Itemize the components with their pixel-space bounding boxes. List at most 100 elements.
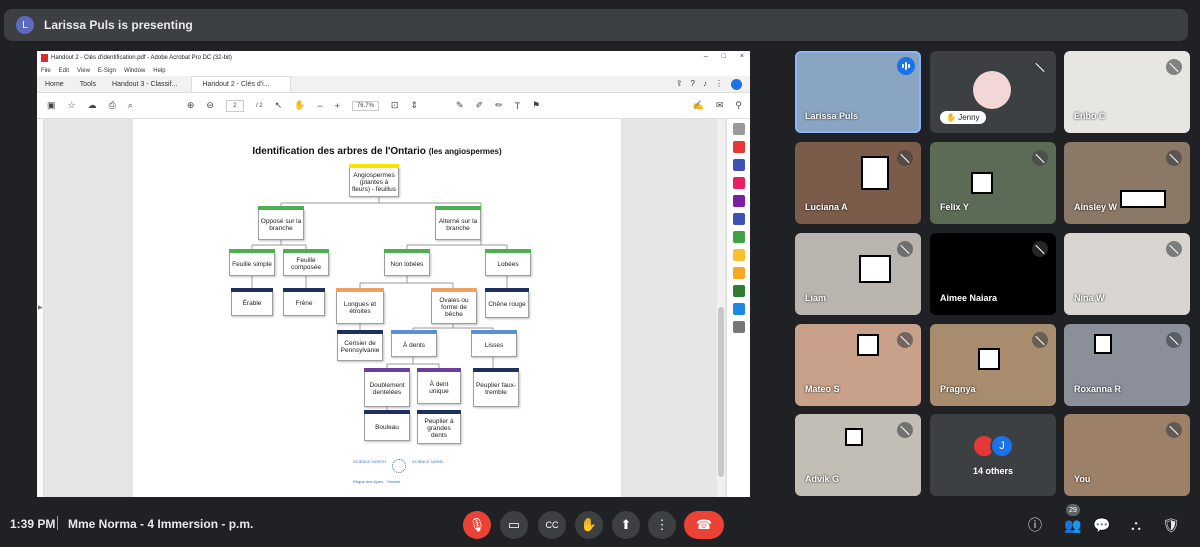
close-icon[interactable]: × <box>740 53 744 60</box>
tile-larissa[interactable]: Larissa Puls <box>795 51 921 133</box>
tab-home[interactable]: Home <box>37 81 72 92</box>
protect-icon[interactable] <box>732 249 745 261</box>
menu-window[interactable]: Window <box>124 68 145 74</box>
host-controls-button[interactable]: 🛡 <box>1160 514 1182 536</box>
node-a-dents: À dents <box>391 330 437 357</box>
tile-felix[interactable]: Felix Y <box>930 142 1056 224</box>
node-lisses: Lisses <box>471 330 517 357</box>
activities-button[interactable]: ⛬ <box>1125 514 1147 536</box>
print-production-icon[interactable] <box>732 285 745 297</box>
menu-help[interactable]: Help <box>153 68 165 74</box>
tile-roxanna[interactable]: Roxanna R <box>1064 324 1190 406</box>
meeting-details-button[interactable]: ⓘ <box>1024 514 1046 536</box>
captions-icon: CC <box>545 520 559 530</box>
comment-tool-icon[interactable] <box>732 267 745 279</box>
tile-enbo[interactable]: Enbo C <box>1064 51 1190 133</box>
tile-nina[interactable]: Nina W <box>1064 233 1190 315</box>
sign-icon[interactable]: ✍ <box>693 100 704 111</box>
draw-icon[interactable]: ✏ <box>495 100 503 111</box>
participant-name: Luciana A <box>805 202 848 212</box>
page-up-icon[interactable]: ⊕ <box>187 100 195 111</box>
mail-icon[interactable]: ✉ <box>716 100 724 111</box>
node-bouleau: Bouleau <box>364 410 410 441</box>
menu-edit[interactable]: Edit <box>59 68 69 74</box>
more-options-button[interactable]: ⋮ <box>648 511 676 539</box>
tile-liam[interactable]: Liam <box>795 233 921 315</box>
speaking-indicator-icon <box>897 57 915 75</box>
tile-others[interactable]: J 14 others <box>930 414 1056 496</box>
shield-icon[interactable] <box>732 303 745 315</box>
participant-name: Nina W <box>1074 293 1105 303</box>
fill-sign-icon[interactable] <box>732 213 745 225</box>
upload-icon[interactable]: ☁ <box>88 100 97 111</box>
save-icon[interactable]: ▣ <box>47 100 56 111</box>
share-icon[interactable]: ⇪ <box>676 79 683 90</box>
stamp-icon[interactable]: ⚑ <box>532 100 540 111</box>
maximize-icon[interactable]: □ <box>722 53 726 60</box>
tile-mateo[interactable]: Mateo S <box>795 324 921 406</box>
zoom-select[interactable]: 76.7% <box>351 100 379 111</box>
expand-icon[interactable]: ▶ <box>38 304 43 311</box>
tab-doc-handout2[interactable]: Handout 2 - Clés d'i... <box>191 76 292 92</box>
highlight-icon[interactable]: ✐ <box>476 100 484 111</box>
fit-page-icon[interactable]: ⊡ <box>391 100 399 111</box>
left-panel-toggle[interactable]: ▶ <box>37 119 44 497</box>
create-pdf-icon[interactable] <box>732 141 745 153</box>
censor-box <box>857 334 879 356</box>
lock-shield-icon: 🛡 <box>1162 516 1180 533</box>
scroll-mode-icon[interactable]: ⇕ <box>410 100 418 111</box>
page-down-icon[interactable]: ⊖ <box>206 100 214 111</box>
tile-jenny[interactable]: ✋ Jenny <box>930 51 1056 133</box>
node-angiospermes: Angiospermes (plantes à fleurs) - feuill… <box>349 164 399 197</box>
link-icon[interactable]: ⚲ <box>735 100 742 111</box>
people-button[interactable]: 👥 <box>1062 514 1084 536</box>
logo-science-nord: SCIENCE NORD <box>412 459 443 464</box>
apps-icon[interactable]: ⋮ <box>715 79 723 90</box>
page-number-input[interactable]: 2 <box>225 99 244 112</box>
window-title: Handout 2 - Clés d'identification.pdf - … <box>51 55 232 61</box>
tile-pragnya[interactable]: Pragnya <box>930 324 1056 406</box>
menu-view[interactable]: View <box>77 68 90 74</box>
tile-ainsley[interactable]: Ainsley W <box>1064 142 1190 224</box>
present-button[interactable]: ⬆ <box>612 511 640 539</box>
combine-icon[interactable] <box>732 159 745 171</box>
chat-button[interactable]: 💬 <box>1091 514 1113 536</box>
text-icon[interactable]: T <box>515 101 521 111</box>
participant-name: Ainsley W <box>1074 202 1118 212</box>
leave-call-button[interactable]: ☎ <box>684 511 724 539</box>
zoom-out-icon[interactable]: − <box>317 101 322 111</box>
star-icon[interactable]: ☆ <box>68 100 76 111</box>
minimize-icon[interactable]: – <box>704 53 708 60</box>
camera-toggle-button[interactable]: ▭ <box>500 511 528 539</box>
zoom-tool-icon[interactable] <box>732 123 745 135</box>
print-icon[interactable]: ⎙ <box>109 100 116 111</box>
tab-doc-handout3[interactable]: Handout 3 - Classif... <box>104 81 185 92</box>
menu-file[interactable]: File <box>41 68 51 74</box>
menu-esign[interactable]: E-Sign <box>98 68 116 74</box>
tile-you[interactable]: You <box>1064 414 1190 496</box>
mic-toggle-button[interactable]: 🎙 <box>463 511 491 539</box>
hand-icon[interactable]: ✋ <box>294 100 305 111</box>
search-icon[interactable]: ⌕ <box>128 100 133 111</box>
organize-icon[interactable] <box>732 177 745 189</box>
tab-tools[interactable]: Tools <box>72 81 104 92</box>
export-icon[interactable] <box>732 231 745 243</box>
captions-button[interactable]: CC <box>538 511 566 539</box>
divider <box>57 516 58 530</box>
more-tools-icon[interactable] <box>732 321 745 333</box>
raise-hand-button[interactable]: ✋ <box>575 511 603 539</box>
scroll-thumb[interactable] <box>718 307 724 477</box>
comment-icon[interactable]: ✎ <box>456 100 464 111</box>
tile-advik[interactable]: Advik G <box>795 414 921 496</box>
account-icon[interactable] <box>731 79 742 90</box>
zoom-in-icon[interactable]: + <box>335 101 340 111</box>
help-icon[interactable]: ? <box>691 79 695 90</box>
vertical-scrollbar[interactable] <box>717 119 725 497</box>
edit-pdf-icon[interactable] <box>732 195 745 207</box>
bell-icon[interactable]: ♪ <box>703 79 707 90</box>
select-cursor-icon[interactable]: ↖ <box>275 100 283 111</box>
tile-aimee[interactable]: Aimee Naiara <box>930 233 1056 315</box>
tile-luciana[interactable]: Luciana A <box>795 142 921 224</box>
participant-name: Liam <box>805 293 827 303</box>
activities-icon: ⛬ <box>1131 516 1141 533</box>
